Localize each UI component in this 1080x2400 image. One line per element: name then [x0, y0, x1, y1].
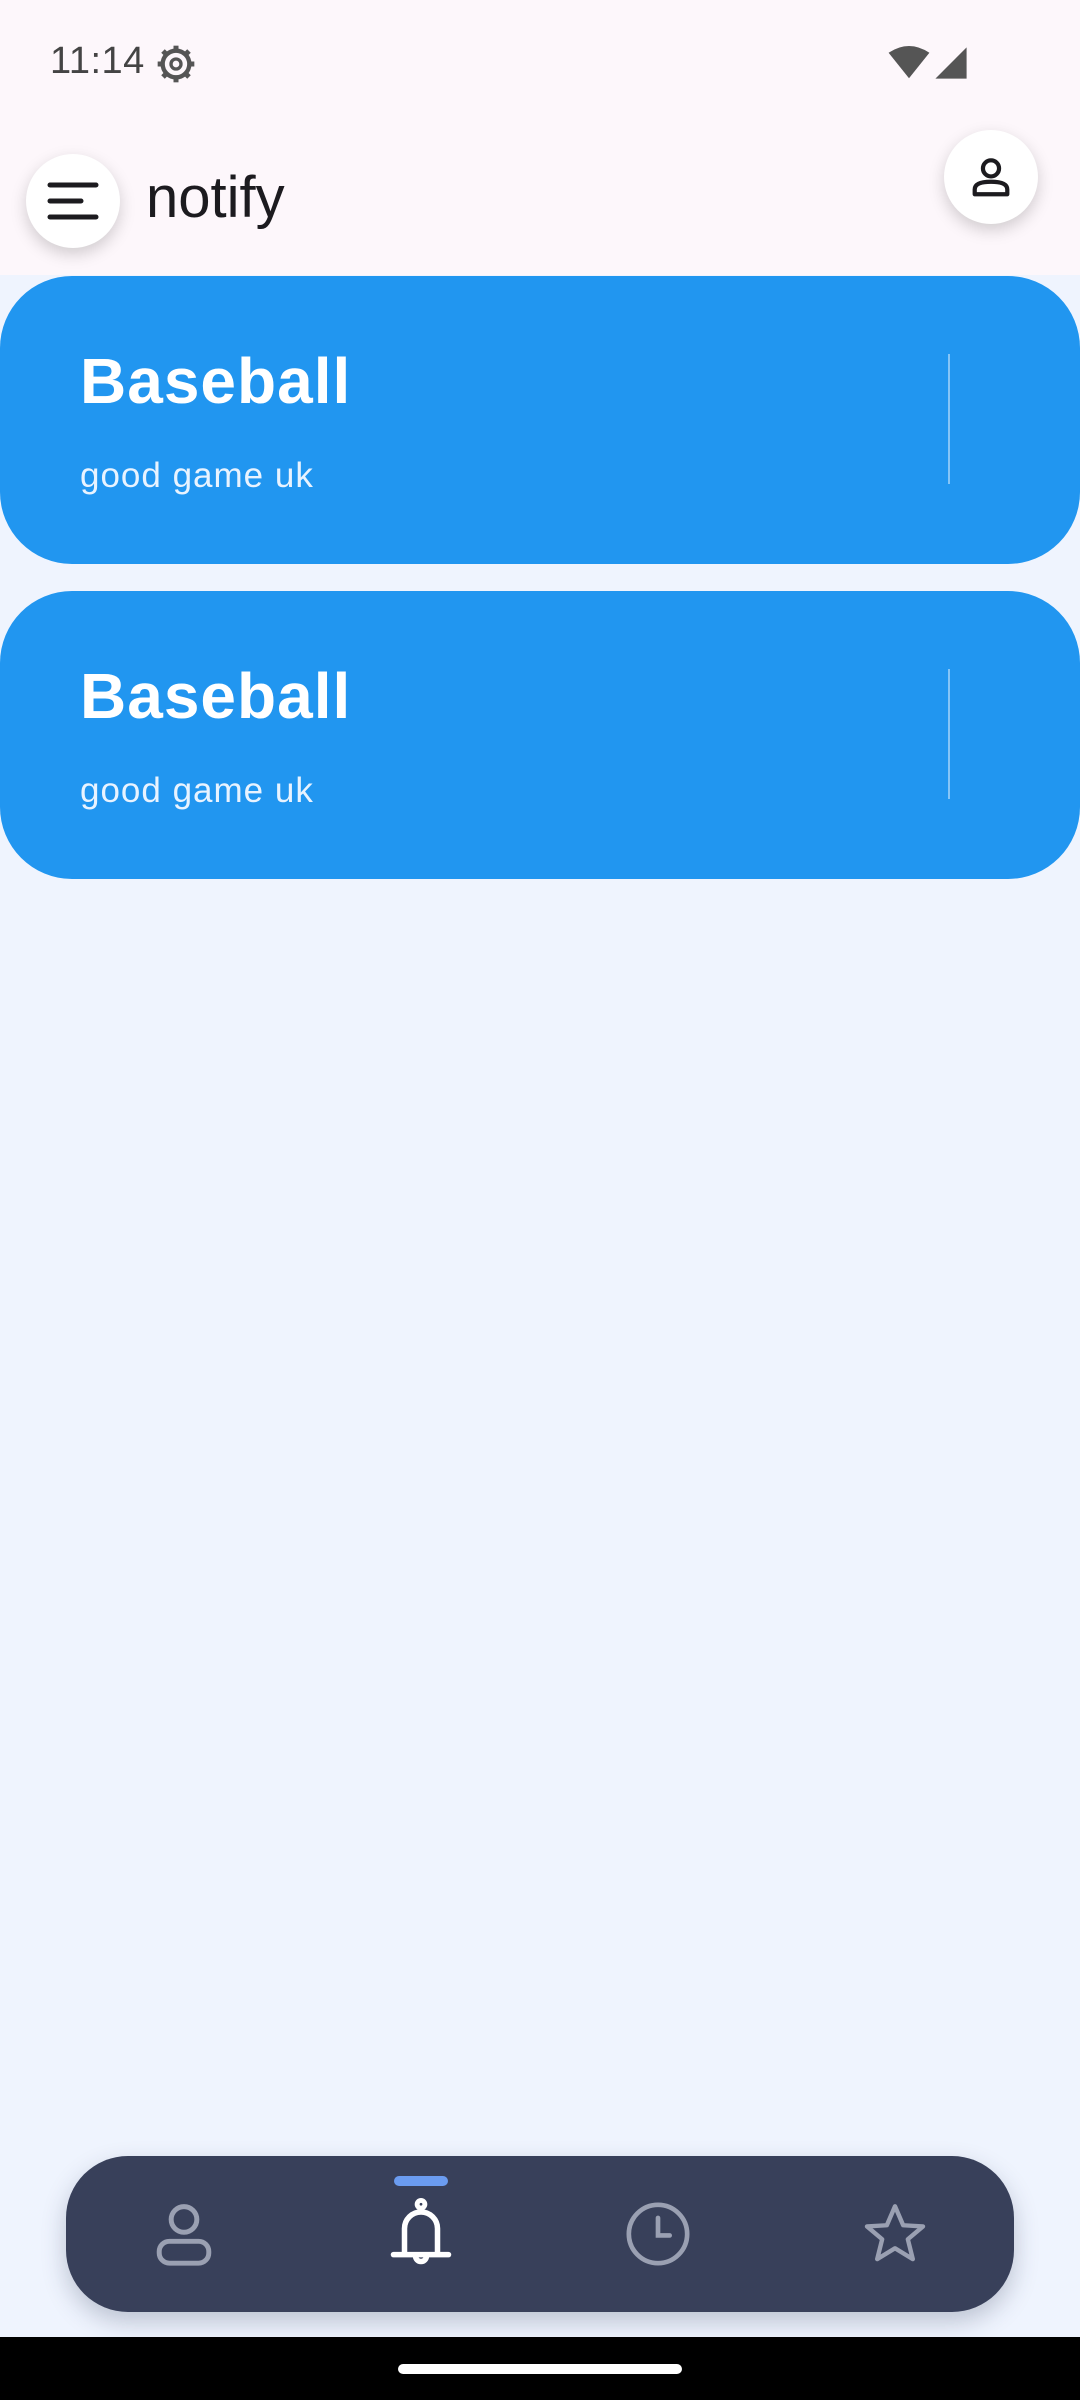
nav-favorites[interactable] — [835, 2156, 955, 2312]
notification-card[interactable]: Baseball good game uk — [0, 276, 1080, 564]
status-time: 11:14 — [50, 40, 145, 82]
menu-button[interactable] — [26, 154, 120, 248]
person-icon — [972, 158, 1010, 197]
profile-button[interactable] — [944, 130, 1038, 224]
star-icon — [864, 2204, 926, 2262]
home-handle[interactable] — [398, 2364, 682, 2374]
nav-notifications[interactable] — [361, 2156, 481, 2312]
clock-icon — [626, 2202, 690, 2266]
app-title: notify — [146, 165, 285, 230]
card-divider — [948, 669, 950, 799]
notification-subtitle: good game uk — [80, 456, 314, 495]
card-divider — [948, 354, 950, 484]
wifi-icon — [888, 46, 930, 79]
notification-card[interactable]: Baseball good game uk — [0, 591, 1080, 879]
nav-profile[interactable] — [124, 2156, 244, 2312]
gear-icon — [157, 45, 195, 83]
signal-icon — [935, 47, 967, 79]
status-bar: 11:14 — [0, 0, 1080, 130]
notification-title: Baseball — [80, 345, 352, 417]
notification-subtitle: good game uk — [80, 771, 314, 810]
notification-title: Baseball — [80, 660, 352, 732]
menu-icon — [47, 182, 99, 220]
bottom-nav — [66, 2156, 1014, 2312]
app-bar: notify — [0, 130, 1080, 275]
person-icon — [156, 2204, 212, 2266]
bell-icon — [390, 2197, 452, 2265]
nav-history[interactable] — [598, 2156, 718, 2312]
